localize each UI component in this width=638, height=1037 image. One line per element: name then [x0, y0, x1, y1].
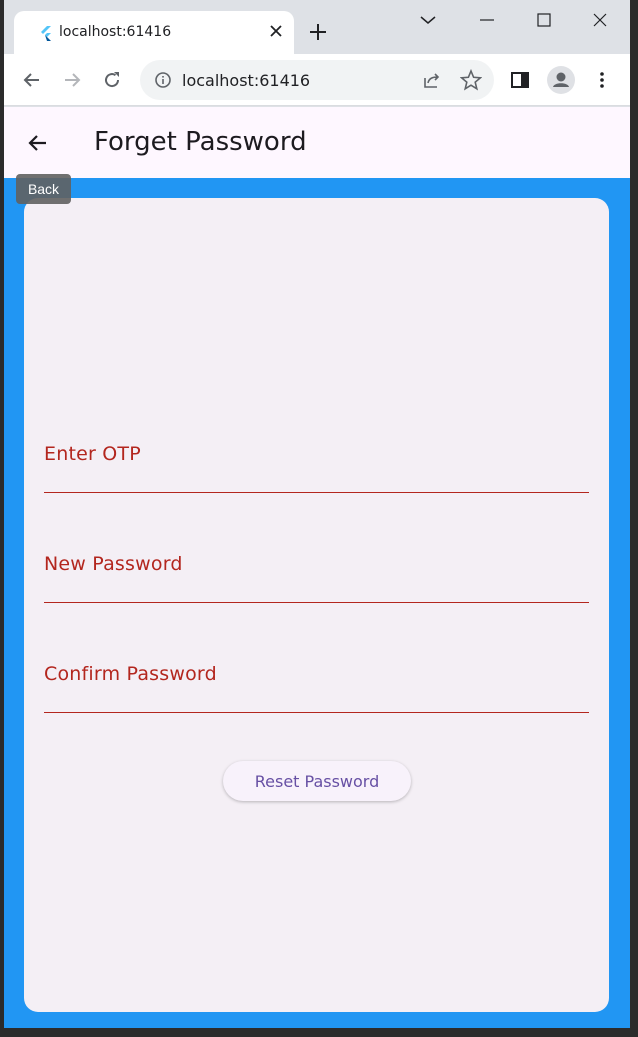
flutter-logo-icon [38, 25, 54, 41]
new-password-field[interactable]: New Password [44, 553, 589, 603]
maximize-icon[interactable] [532, 8, 556, 32]
new-tab-button[interactable] [306, 20, 330, 44]
browser-tab[interactable]: localhost:61416 [14, 11, 294, 54]
browser-window: localhost:61416 localhost:61416 Forget P… [4, 0, 630, 1028]
confirm-password-input[interactable] [44, 663, 589, 712]
form-card: Enter OTP New Password Confirm Password … [24, 198, 609, 1012]
window-close-icon[interactable] [588, 8, 612, 32]
bookmark-star-icon[interactable] [460, 69, 482, 91]
address-bar[interactable]: localhost:61416 [140, 60, 494, 100]
browser-forward-arrow-icon[interactable] [60, 68, 84, 92]
tab-search-chevron-down-icon[interactable] [416, 8, 440, 32]
tab-strip: localhost:61416 [4, 0, 630, 54]
back-tooltip: Back [16, 174, 71, 204]
app-page: Forget Password Back Enter OTP New Passw… [4, 107, 630, 1028]
info-icon[interactable] [154, 71, 172, 89]
minimize-icon[interactable] [475, 8, 499, 32]
share-icon[interactable] [422, 70, 442, 90]
page-title: Forget Password [94, 127, 307, 157]
profile-avatar-icon[interactable] [547, 66, 575, 94]
address-bar-url: localhost:61416 [182, 71, 311, 90]
new-password-input[interactable] [44, 553, 589, 602]
tab-close-icon[interactable] [266, 21, 286, 41]
browser-back-arrow-icon[interactable] [20, 68, 44, 92]
more-menu-icon[interactable] [590, 68, 614, 92]
otp-field[interactable]: Enter OTP [44, 443, 589, 493]
browser-toolbar: localhost:61416 [4, 54, 630, 106]
reload-icon[interactable] [100, 68, 124, 92]
back-arrow-icon[interactable] [26, 131, 50, 155]
app-bar: Forget Password [4, 107, 630, 178]
confirm-password-field[interactable]: Confirm Password [44, 663, 589, 713]
reset-password-button[interactable]: Reset Password [223, 761, 411, 801]
side-panel-icon[interactable] [508, 68, 532, 92]
otp-input[interactable] [44, 443, 589, 492]
tab-title: localhost:61416 [59, 24, 172, 40]
